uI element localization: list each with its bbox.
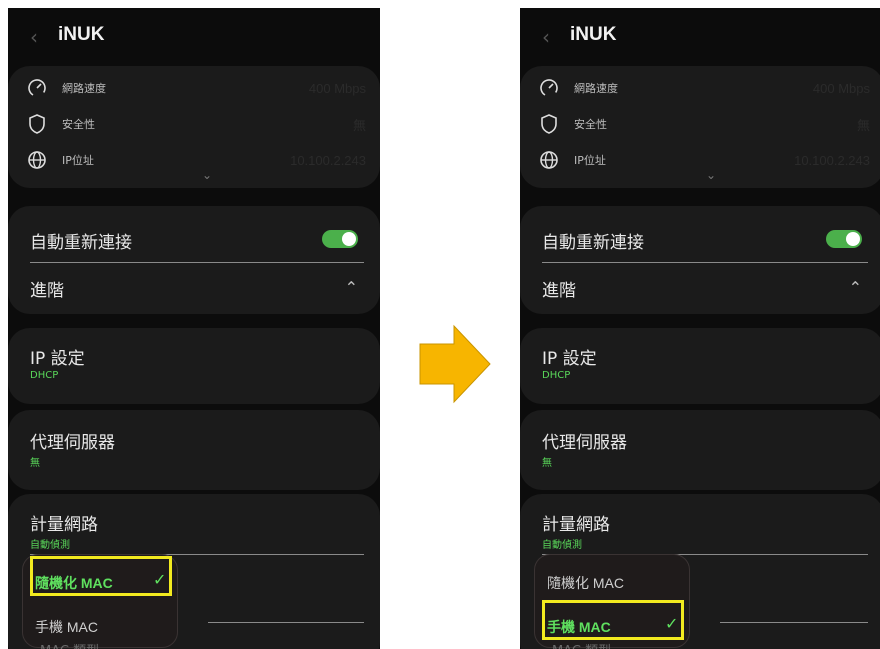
ip-label: IP位址 [62, 154, 94, 167]
shield-icon [541, 114, 557, 134]
proxy-card[interactable]: 代理伺服器 無 [520, 410, 880, 490]
speed-label: 網路速度 [62, 82, 106, 95]
mac-type-label: MAC 類型 [40, 640, 99, 649]
security-row: 安全性 無 [520, 110, 880, 138]
ip-settings-card[interactable]: IP 設定 DHCP [520, 328, 880, 404]
advanced-label[interactable]: 進階 [542, 276, 576, 301]
speed-row: 網路速度 400 Mbps [8, 74, 380, 102]
network-info-card: 網路速度 400 Mbps 安全性 無 IP位址 10.100.2.243 ⌄ [8, 66, 380, 188]
chevron-down-icon[interactable]: ⌄ [706, 168, 716, 182]
proxy-label: 代理伺服器 [30, 433, 115, 453]
proxy-label: 代理伺服器 [542, 433, 627, 453]
chevron-up-icon[interactable]: ⌃ [849, 278, 862, 297]
menu-option-randomized-mac[interactable]: 隨機化 MAC [547, 573, 624, 593]
security-value: 無 [856, 117, 870, 133]
mac-type-label: MAC 類型 [552, 640, 611, 649]
ip-value: 10.100.2.243 [794, 152, 870, 168]
ip-label: IP位址 [574, 154, 606, 167]
ip-settings-card[interactable]: IP 設定 DHCP [8, 328, 380, 404]
security-value: 無 [352, 117, 366, 133]
ip-row: IP位址 10.100.2.243 [520, 146, 880, 174]
network-info-card: 網路速度 400 Mbps 安全性 無 IP位址 10.100.2.243 ⌄ [520, 66, 880, 188]
ip-settings-label: IP 設定 [30, 349, 85, 369]
back-icon[interactable]: ‹ [30, 26, 48, 48]
proxy-value: 無 [30, 458, 40, 469]
screen-before: ‹ iNUK 網路速度 400 Mbps 安全性 無 IP位址 10.100.2… [8, 8, 380, 649]
toggle-knob [342, 232, 356, 246]
speedometer-icon [540, 79, 558, 97]
highlight-box [542, 600, 684, 640]
metered-label: 計量網路 [30, 515, 98, 535]
screen-after: ‹ iNUK 網路速度 400 Mbps 安全性 無 IP位址 10.100.2… [520, 8, 880, 649]
chevron-down-icon[interactable]: ⌄ [202, 168, 212, 182]
auto-reconnect-label: 自動重新連接 [542, 233, 644, 253]
speed-label: 網路速度 [574, 82, 618, 95]
metered-label: 計量網路 [542, 515, 610, 535]
back-icon[interactable]: ‹ [542, 26, 560, 48]
top-bar: ‹ iNUK [8, 8, 380, 64]
advanced-label[interactable]: 進階 [30, 276, 64, 301]
security-label: 安全性 [62, 118, 95, 131]
ip-value: 10.100.2.243 [290, 152, 366, 168]
highlight-box [30, 556, 172, 596]
security-label: 安全性 [574, 118, 607, 131]
toggle-knob [846, 232, 860, 246]
metered-value: 自動偵測 [542, 540, 582, 551]
shield-icon [29, 114, 45, 134]
ip-settings-label: IP 設定 [542, 349, 597, 369]
ip-row: IP位址 10.100.2.243 [8, 146, 380, 174]
speed-value: 400 Mbps [812, 80, 870, 96]
proxy-value: 無 [542, 458, 552, 469]
auto-reconnect-toggle[interactable] [322, 230, 358, 248]
auto-reconnect-label: 自動重新連接 [30, 233, 132, 253]
top-bar: ‹ iNUK [520, 8, 880, 64]
speed-value: 400 Mbps [308, 80, 366, 96]
reconnect-card: 自動重新連接 進階 ⌃ [520, 206, 880, 314]
menu-option-phone-mac[interactable]: 手機 MAC [35, 617, 98, 637]
network-title: iNUK [58, 24, 105, 45]
chevron-up-icon[interactable]: ⌃ [345, 278, 358, 297]
proxy-card[interactable]: 代理伺服器 無 [8, 410, 380, 490]
auto-reconnect-toggle[interactable] [826, 230, 862, 248]
globe-icon [28, 151, 46, 169]
ip-settings-value: DHCP [542, 370, 571, 381]
network-title: iNUK [570, 24, 617, 45]
speedometer-icon [28, 79, 46, 97]
speed-row: 網路速度 400 Mbps [520, 74, 880, 102]
metered-value: 自動偵測 [30, 540, 70, 551]
globe-icon [540, 151, 558, 169]
reconnect-card: 自動重新連接 進階 ⌃ [8, 206, 380, 314]
divider [208, 622, 364, 623]
divider [30, 262, 364, 263]
divider [720, 622, 868, 623]
divider [542, 262, 868, 263]
ip-settings-value: DHCP [30, 370, 59, 381]
security-row: 安全性 無 [8, 110, 380, 138]
arrow-right-icon [419, 324, 491, 404]
